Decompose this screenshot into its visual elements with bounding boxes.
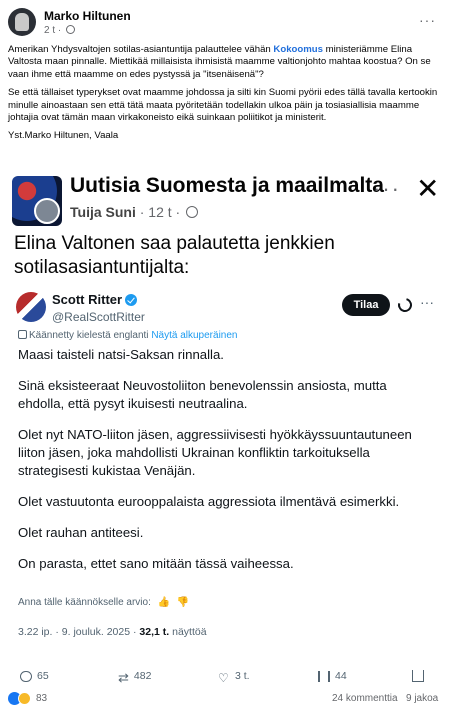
- tweet-body: Maasi taisteli natsi-Saksan rinnalla. Si…: [18, 346, 428, 586]
- post-meta: 2 t ·: [44, 25, 76, 36]
- page-author: Tuija Suni: [70, 204, 136, 220]
- tweet-paragraph: Olet rauhan antiteesi.: [18, 525, 144, 540]
- author-avatar[interactable]: [8, 8, 36, 36]
- embed-caption: Elina Valtonen saa palautetta jenkkien s…: [14, 233, 335, 278]
- thumb-down-icon: 👎: [176, 597, 190, 608]
- tweet-paragraph: Maasi taisteli natsi-Saksan rinnalla.: [18, 347, 224, 362]
- tweet-paragraph: Sinä eksisteeraat Neuvostoliiton benevol…: [18, 378, 387, 411]
- tweet-card: Scott Ritter @RealScottRitter Tilaa ··· …: [10, 286, 440, 661]
- tweet-paragraph: Olet vastuutonta eurooppalaista aggressi…: [18, 494, 400, 509]
- tweet-views-count: 32,1 t.: [139, 626, 170, 638]
- share-icon: [412, 670, 424, 682]
- post-signature: Yst.Marko Hiltunen, Vaala: [8, 130, 119, 142]
- post-paragraph-1: Amerikan Yhdysvaltojen sotilas-asiantunt…: [8, 44, 440, 81]
- post-paragraph-2: Se että tällaiset typerykset ovat maamme…: [8, 87, 438, 124]
- post-time[interactable]: 2 t: [44, 25, 55, 36]
- haha-reaction-icon: [18, 692, 31, 705]
- tweet-date: 3.22 ip. · 9. jouluk. 2025 ·: [18, 626, 140, 638]
- close-icon: ✕: [416, 173, 440, 204]
- show-original-link: Näytä alkuperäinen: [151, 330, 238, 341]
- globe-icon: [66, 25, 76, 34]
- page-time: · 12 t ·: [139, 204, 181, 220]
- translation-rating: Anna tälle käännökselle arvio: 👍 👎: [18, 597, 189, 608]
- like-count: 3 t.: [235, 670, 250, 682]
- retweet-icon: ⇄: [118, 670, 129, 685]
- tweet-name-text: Scott Ritter: [52, 292, 123, 307]
- tweet-paragraph: Olet nyt NATO-liiton jäsen, aggressiivis…: [18, 427, 412, 478]
- tweet-author-name: Scott Ritter: [52, 292, 138, 307]
- post-text: Amerikan Yhdysvaltojen sotilas-asiantunt…: [8, 44, 440, 149]
- translate-note: Käännetty kielestä englanti Näytä alkupe…: [18, 330, 237, 341]
- page-avatar-icon: [12, 176, 62, 226]
- reply-action: 65: [20, 670, 49, 682]
- retweet-action: ⇄ 482: [118, 670, 151, 686]
- embedded-screenshot[interactable]: Uutisia Suomesta ja maailmalta Tuija Sun…: [0, 170, 450, 660]
- tweet-more-icon: ···: [420, 294, 434, 310]
- bookmark-action: 44: [318, 670, 347, 682]
- author-name[interactable]: Marko Hiltunen: [44, 9, 131, 23]
- post-more-button[interactable]: ···: [419, 12, 436, 28]
- bars-icon: [318, 671, 330, 682]
- follow-button: Tilaa: [342, 294, 390, 316]
- shares-count[interactable]: 9 jakoa: [406, 693, 438, 704]
- thumb-up-icon: 👍: [157, 597, 171, 608]
- like-action: ♡ 3 t.: [218, 670, 250, 684]
- share-action: [412, 670, 429, 682]
- tweet-views-label: näyttöä: [169, 626, 207, 638]
- bookmark-count: 44: [335, 670, 347, 682]
- comments-count[interactable]: 24 kommenttia: [332, 693, 398, 704]
- translate-icon: [18, 330, 27, 339]
- page-header: Uutisia Suomesta ja maailmalta Tuija Sun…: [12, 173, 442, 226]
- tweet-timestamp: 3.22 ip. · 9. jouluk. 2025 · 32,1 t. näy…: [18, 626, 207, 638]
- tweet-paragraph: On parasta, ettet sano mitään tässä vaih…: [18, 556, 294, 571]
- verified-badge-icon: [125, 294, 138, 306]
- tweet-avatar: [16, 292, 46, 322]
- rating-label: Anna tälle käännökselle arvio:: [18, 597, 151, 608]
- page-more-icon: ···: [373, 176, 401, 201]
- reply-count: 65: [37, 670, 49, 682]
- post-header: Marko Hiltunen 2 t · ···: [8, 8, 442, 40]
- reply-icon: [20, 671, 32, 682]
- page-subtitle: Tuija Suni · 12 t ·: [70, 204, 199, 220]
- tweet-handle: @RealScottRitter: [52, 310, 145, 324]
- post-paragraph-1-pre: Amerikan Yhdysvaltojen sotilas-asiantunt…: [8, 44, 274, 55]
- heart-icon: ♡: [218, 671, 229, 685]
- translate-note-text: Käännetty kielestä englanti: [29, 330, 149, 341]
- globe-icon: [186, 206, 199, 218]
- page-title: Uutisia Suomesta ja maailmalta: [70, 174, 384, 197]
- kokoomus-link[interactable]: Kokoomus: [273, 44, 323, 55]
- grok-icon: [395, 295, 415, 315]
- post-footer: 83 24 kommenttia 9 jakoa: [8, 690, 442, 708]
- retweet-count: 482: [133, 670, 152, 682]
- reaction-count[interactable]: 83: [36, 693, 47, 704]
